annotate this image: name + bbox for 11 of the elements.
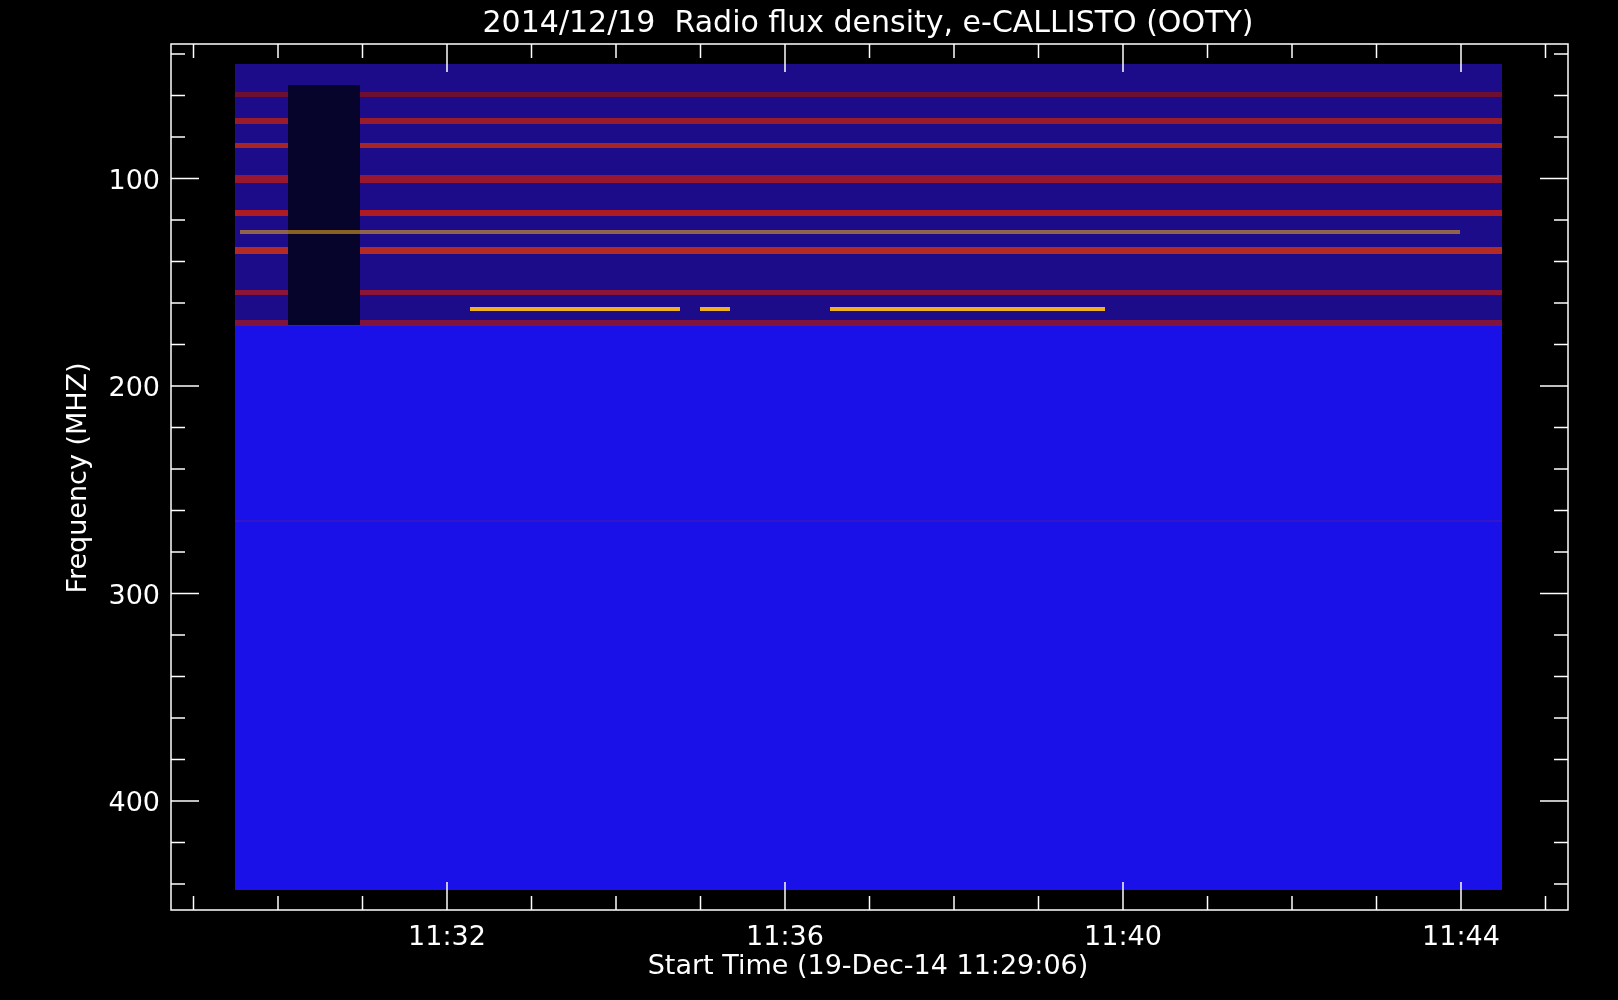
- tick-label: 300: [108, 578, 160, 610]
- tick-label: 11:44: [1422, 920, 1500, 951]
- axis-title: Start Time (19-Dec-14 11:29:06): [647, 949, 1089, 980]
- tick-label: 11:40: [1084, 920, 1162, 951]
- chart-title: 2014/12/19 Radio flux density, e-CALLISTO (OOTY): [482, 4, 1254, 39]
- axis-title: Frequency (MHZ): [61, 362, 92, 594]
- tick-label: 200: [108, 371, 160, 402]
- tick-label: 11:36: [746, 920, 824, 951]
- tick-label: 400: [108, 786, 160, 817]
- tick-label: 100: [108, 163, 160, 195]
- tick-label: 11:32: [408, 920, 486, 951]
